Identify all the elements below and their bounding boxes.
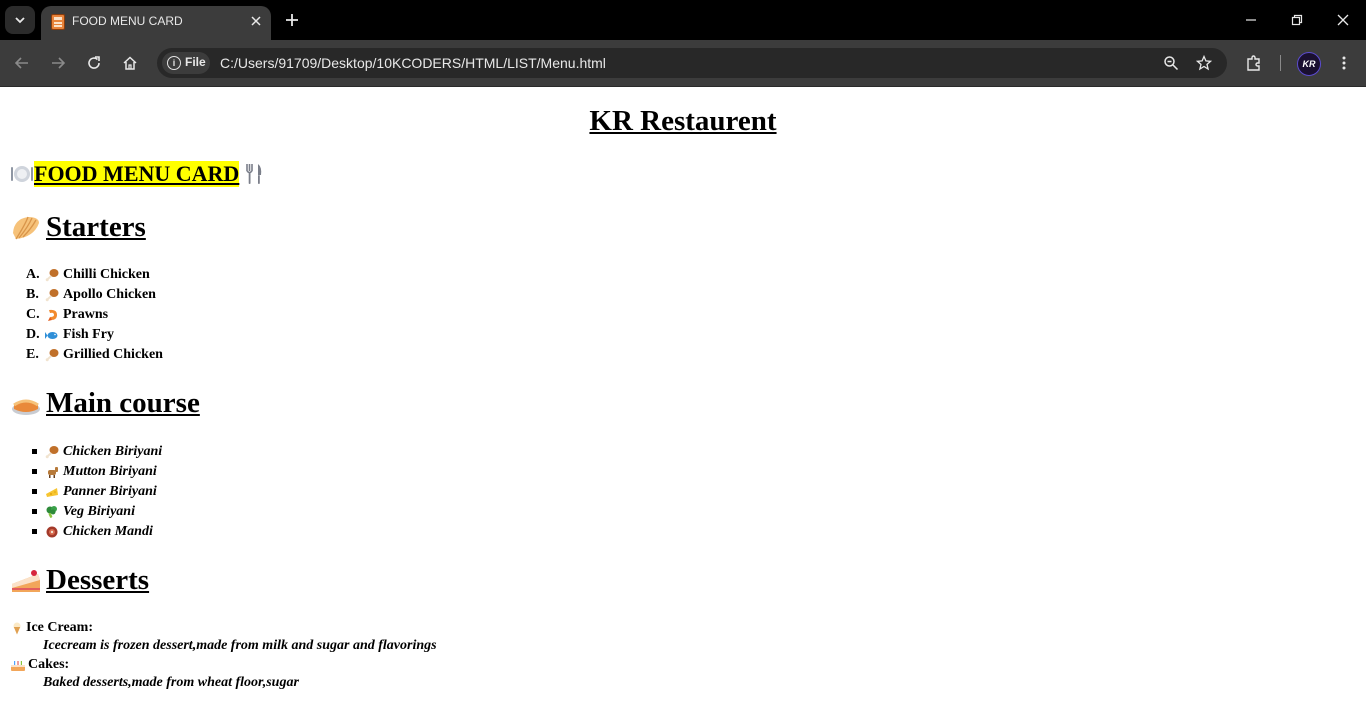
- tab-search-button[interactable]: [5, 6, 35, 34]
- home-icon: [123, 56, 137, 70]
- square-bullet: [32, 449, 37, 454]
- site-chip-label: File: [185, 55, 206, 69]
- drumstick-icon: [45, 269, 59, 282]
- list-marker: D.: [26, 327, 40, 342]
- meat-icon: [46, 526, 58, 538]
- avatar-initials: KR: [1302, 59, 1316, 69]
- tab-title: FOOD MENU CARD: [72, 14, 183, 28]
- arrow-left-icon: [14, 57, 28, 69]
- star-icon: [1196, 55, 1212, 71]
- dessert-term: Ice Cream:: [10, 619, 437, 637]
- cheese-icon: [46, 488, 58, 497]
- bookmark-button[interactable]: [1194, 53, 1214, 73]
- browser-menu-button[interactable]: [1332, 51, 1356, 75]
- more-vertical-icon: [1342, 56, 1346, 70]
- main-course-label: Panner Biriyani: [63, 484, 157, 499]
- goat-icon: [48, 467, 58, 478]
- fish-icon: [45, 332, 58, 339]
- tab-strip: FOOD MENU CARD: [0, 0, 1366, 40]
- back-button[interactable]: [8, 49, 36, 77]
- restaurant-title: KR Restaurent: [589, 105, 777, 137]
- zoom-button[interactable]: [1161, 53, 1181, 73]
- square-bullet: [32, 469, 37, 474]
- menu-card-heading: FOOD MENU CARD: [10, 161, 263, 187]
- square-bullet: [32, 489, 37, 494]
- dessert-term: Cakes:: [10, 656, 437, 674]
- starter-label: Apollo Chicken: [63, 287, 156, 302]
- dumpling-icon: [13, 216, 39, 239]
- page-content: KR Restaurent FOOD MENU CARD Starters A.…: [0, 87, 1366, 716]
- site-info-chip[interactable]: i File: [162, 52, 210, 74]
- restore-button[interactable]: [1282, 6, 1312, 34]
- address-bar[interactable]: i File C:/Users/91709/Desktop/10KCODERS/…: [157, 48, 1227, 78]
- window-close-button[interactable]: [1328, 6, 1358, 34]
- url-text[interactable]: C:/Users/91709/Desktop/10KCODERS/HTML/LI…: [220, 55, 606, 71]
- menu-page-favicon-icon: [51, 14, 65, 30]
- drumstick-icon: [45, 446, 59, 459]
- list-marker: E.: [26, 347, 39, 362]
- drumstick-icon: [45, 349, 59, 362]
- plus-icon: [286, 14, 298, 26]
- cake-slice-icon: [12, 569, 40, 592]
- broccoli-icon: [46, 506, 57, 518]
- main-course-label: Mutton Biriyani: [63, 464, 157, 479]
- puzzle-icon: [1247, 55, 1260, 71]
- restore-icon: [1291, 14, 1303, 26]
- toolbar-divider: [1280, 55, 1281, 71]
- list-marker: A.: [26, 267, 40, 282]
- info-icon: i: [167, 56, 181, 70]
- dessert-description: Baked desserts,made from wheat floor,sug…: [43, 675, 299, 690]
- starter-label: Fish Fry: [63, 327, 114, 342]
- reload-icon: [88, 56, 100, 69]
- main-course-heading-text: Main course: [46, 387, 200, 419]
- starters-heading-text: Starters: [46, 211, 146, 243]
- close-icon: [1337, 14, 1349, 26]
- zoom-out-icon: [1164, 56, 1179, 71]
- plate-cutlery-icon: [11, 166, 33, 182]
- browser-toolbar: i File C:/Users/91709/Desktop/10KCODERS/…: [0, 40, 1366, 87]
- new-tab-button[interactable]: [281, 9, 303, 31]
- main-course-label: Chicken Mandi: [63, 524, 153, 539]
- arrow-right-icon: [52, 57, 66, 69]
- list-marker: B.: [26, 287, 39, 302]
- dessert-term-text: Ice Cream:: [26, 620, 93, 635]
- square-bullet: [32, 509, 37, 514]
- ice-cream-icon: [13, 622, 21, 635]
- shrimp-icon: [48, 309, 57, 321]
- minimize-icon: [1246, 19, 1256, 21]
- main-course-label: Chicken Biriyani: [63, 444, 163, 459]
- close-icon: [251, 16, 261, 26]
- minimize-button[interactable]: [1236, 6, 1266, 34]
- extensions-button[interactable]: [1242, 51, 1266, 75]
- birthday-cake-icon: [11, 661, 25, 671]
- reload-button[interactable]: [80, 49, 108, 77]
- pie-icon: [12, 399, 40, 415]
- active-tab[interactable]: FOOD MENU CARD: [41, 6, 271, 40]
- menu-card-title: FOOD MENU CARD: [34, 161, 240, 187]
- starters-heading: Starters: [10, 211, 146, 244]
- starter-label: Grillied Chicken: [63, 347, 163, 362]
- desserts-heading: Desserts: [10, 564, 149, 597]
- drumstick-icon: [45, 289, 59, 302]
- dessert-term-text: Cakes:: [28, 657, 70, 672]
- dessert-description: Icecream is frozen dessert,made from mil…: [43, 638, 437, 653]
- main-course-label: Veg Biriyani: [63, 504, 135, 519]
- forward-button[interactable]: [44, 49, 72, 77]
- desserts-heading-text: Desserts: [46, 564, 150, 596]
- profile-avatar[interactable]: KR: [1297, 52, 1321, 76]
- list-marker: C.: [26, 307, 40, 322]
- desserts-list: Ice Cream: Icecream is frozen dessert,ma…: [10, 619, 437, 693]
- starter-label: Chilli Chicken: [63, 267, 150, 282]
- square-bullet: [32, 529, 37, 534]
- home-button[interactable]: [116, 49, 144, 77]
- fork-knife-icon: [246, 164, 262, 184]
- starter-label: Prawns: [63, 307, 109, 322]
- chevron-down-icon: [15, 17, 25, 24]
- main-course-heading: Main course: [10, 387, 200, 420]
- tab-close-button[interactable]: [247, 12, 265, 30]
